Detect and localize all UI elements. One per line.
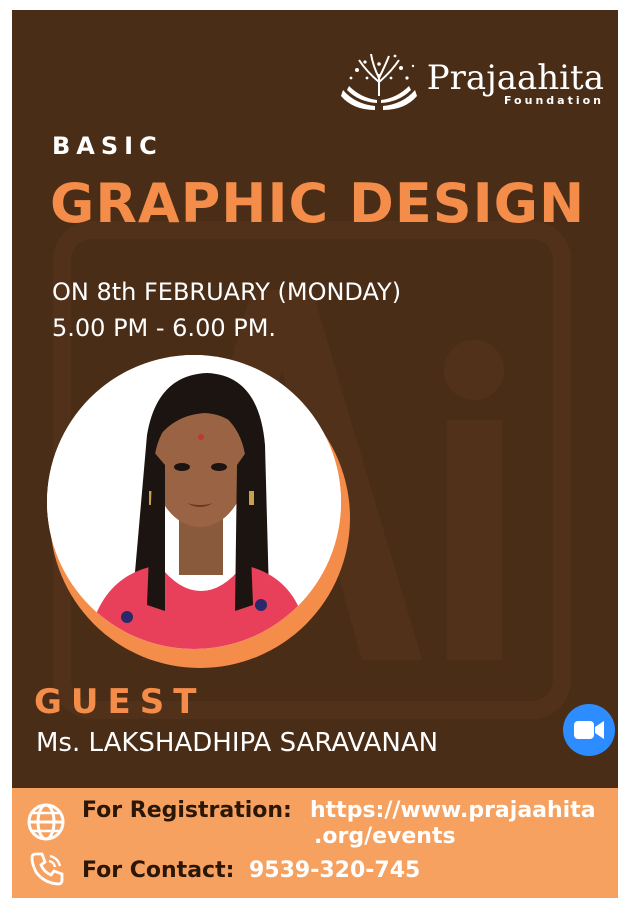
- video-camera-icon: [574, 721, 604, 739]
- zoom-video-icon[interactable]: [563, 704, 615, 756]
- guest-portrait-illustration: [47, 355, 341, 649]
- logo-text: Prajaahita Foundation: [427, 60, 604, 107]
- event-kicker: BASIC: [52, 132, 163, 160]
- event-title: GRAPHIC DESIGN: [50, 172, 586, 235]
- guest-label: GUEST: [34, 682, 206, 722]
- logo-name: Prajaahita: [426, 57, 604, 98]
- registration-url-continued[interactable]: .org/events: [314, 824, 456, 849]
- guest-photo: [47, 355, 341, 649]
- event-date: ON 8th FEBRUARY (MONDAY): [52, 278, 402, 306]
- contact-label: For Contact:: [82, 858, 235, 883]
- guest-name: Ms. LAKSHADHIPA SARAVANAN: [36, 728, 439, 758]
- event-poster: Prajaahita Foundation BASIC GRAPHIC DESI…: [12, 10, 618, 788]
- hands-stars-logo-icon: [340, 53, 417, 110]
- phone-icon: [30, 852, 64, 886]
- footer-bar: For Registration: https://www.prajaahita…: [12, 788, 618, 898]
- logo-subtitle: Foundation: [503, 93, 604, 107]
- registration-label: For Registration:: [82, 798, 292, 823]
- contact-number[interactable]: 9539-320-745: [249, 858, 420, 883]
- foundation-logo: Prajaahita Foundation: [337, 52, 604, 114]
- event-time: 5.00 PM - 6.00 PM.: [52, 314, 277, 342]
- globe-icon: [27, 803, 65, 841]
- registration-url[interactable]: https://www.prajaahita: [310, 798, 596, 823]
